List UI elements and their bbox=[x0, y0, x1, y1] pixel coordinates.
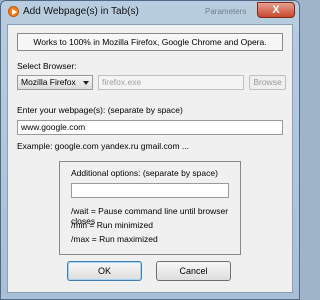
select-browser-label: Select Browser: bbox=[17, 61, 77, 71]
options-group: Additional options: (separate by space) … bbox=[59, 161, 241, 255]
cancel-button[interactable]: Cancel bbox=[156, 261, 231, 281]
dialog-window: Add Webpage(s) in Tab(s) Parameters X Wo… bbox=[0, 0, 300, 300]
info-banner: Works to 100% in Mozilla Firefox, Google… bbox=[17, 33, 283, 51]
background-window-title: Parameters bbox=[205, 7, 247, 16]
close-button[interactable]: X bbox=[257, 2, 295, 18]
browser-path-field[interactable]: firefox.exe bbox=[98, 75, 244, 90]
webpages-label: Enter your webpage(s): (separate by spac… bbox=[17, 105, 183, 115]
option-min-text: /min = Run minimized bbox=[71, 220, 153, 230]
window-title: Add Webpage(s) in Tab(s) bbox=[23, 6, 139, 17]
option-max-text: /max = Run maximized bbox=[71, 234, 158, 244]
app-play-icon bbox=[8, 6, 19, 17]
example-text: Example: google.com yandex.ru gmail.com … bbox=[17, 141, 189, 151]
browser-select-value: Mozilla Firefox bbox=[21, 77, 76, 87]
options-input[interactable] bbox=[71, 183, 229, 198]
title-bar[interactable]: Add Webpage(s) in Tab(s) Parameters X bbox=[1, 1, 299, 23]
browser-select[interactable]: Mozilla Firefox bbox=[17, 75, 93, 90]
dialog-body: Works to 100% in Mozilla Firefox, Google… bbox=[7, 24, 293, 293]
close-icon: X bbox=[272, 4, 280, 16]
browse-button[interactable]: Browse bbox=[249, 75, 286, 90]
ok-button[interactable]: OK bbox=[67, 261, 142, 281]
chevron-down-icon bbox=[83, 81, 89, 85]
webpages-input[interactable]: www.google.com bbox=[17, 120, 283, 135]
options-label: Additional options: (separate by space) bbox=[71, 168, 218, 178]
